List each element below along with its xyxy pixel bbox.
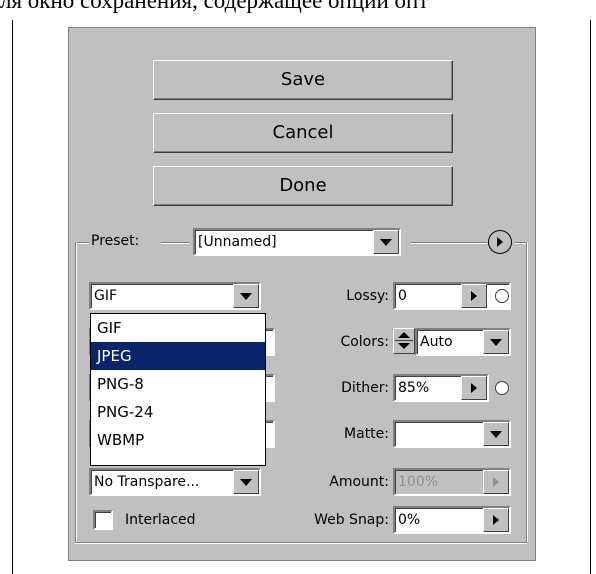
preset-select[interactable]: [Unnamed] [193,228,401,256]
format-option-gif[interactable]: GIF [91,314,265,342]
group-border-right [526,242,528,542]
colors-label: Colors: [340,334,389,350]
done-button[interactable]: Done [153,166,453,206]
right-arrow-icon [493,477,499,487]
interlaced-checkbox[interactable] [93,510,113,530]
play-circle-icon [497,237,503,247]
spinner-up-icon [398,332,410,338]
group-border-top-mid [161,242,189,244]
lossy-slider-button[interactable] [461,284,487,308]
websnap-label: Web Snap: [314,512,389,528]
save-button[interactable]: Save [153,60,453,100]
dither-label: Dither: [341,380,389,396]
lossy-field[interactable]: 0 [393,282,511,310]
save-options-panel: Save Cancel Done Preset: [Unnamed] GIF L… [68,27,536,561]
format-option-jpeg[interactable]: JPEG [91,342,265,370]
page-caption: ля окно сохранения, содержащее опции опт [0,0,429,13]
dropdown-arrow-icon [240,292,252,300]
lossy-label: Lossy: [346,288,389,304]
dropdown-arrow-icon [490,338,502,346]
format-dropdown-button[interactable] [233,284,259,308]
frame-left-line [12,20,13,574]
format-option-png8[interactable]: PNG-8 [91,370,265,398]
spinner-divider [395,340,413,341]
matte-dropdown-button[interactable] [483,422,509,446]
matte-label: Matte: [344,426,389,442]
amount-slider-button [483,470,509,494]
amount-label: Amount: [329,474,389,490]
format-option-png24[interactable]: PNG-24 [91,398,265,426]
right-arrow-icon [471,383,477,393]
frame-right-line [590,20,591,574]
colors-spinner[interactable] [393,328,415,354]
dropdown-arrow-icon [490,430,502,438]
interlaced-label: Interlaced [125,512,196,528]
spinner-down-icon [398,343,410,349]
preset-label: Preset: [91,233,140,249]
format-option-wbmp[interactable]: WBMP [91,426,265,454]
lossy-mask-button[interactable] [495,289,509,303]
cancel-button[interactable]: Cancel [153,113,453,153]
colors-dropdown-button[interactable] [483,330,509,354]
dither-slider-button[interactable] [461,376,487,400]
group-border-top-left [75,242,89,244]
dropdown-arrow-icon [380,238,392,246]
group-border-top-right [411,242,487,244]
group-border-bottom [75,542,527,544]
websnap-slider-button[interactable] [483,508,509,532]
dropdown-arrow-icon [240,478,252,486]
format-dropdown-list: GIF JPEG PNG-8 PNG-24 WBMP [90,313,266,466]
optimize-menu-button[interactable] [488,230,512,254]
dither-mask-button[interactable] [495,381,509,395]
preset-dropdown-button[interactable] [373,230,399,254]
right-arrow-icon [493,515,499,525]
group-border-left [75,242,77,542]
right-arrow-icon [471,291,477,301]
transparency-dropdown-button[interactable] [233,470,259,494]
